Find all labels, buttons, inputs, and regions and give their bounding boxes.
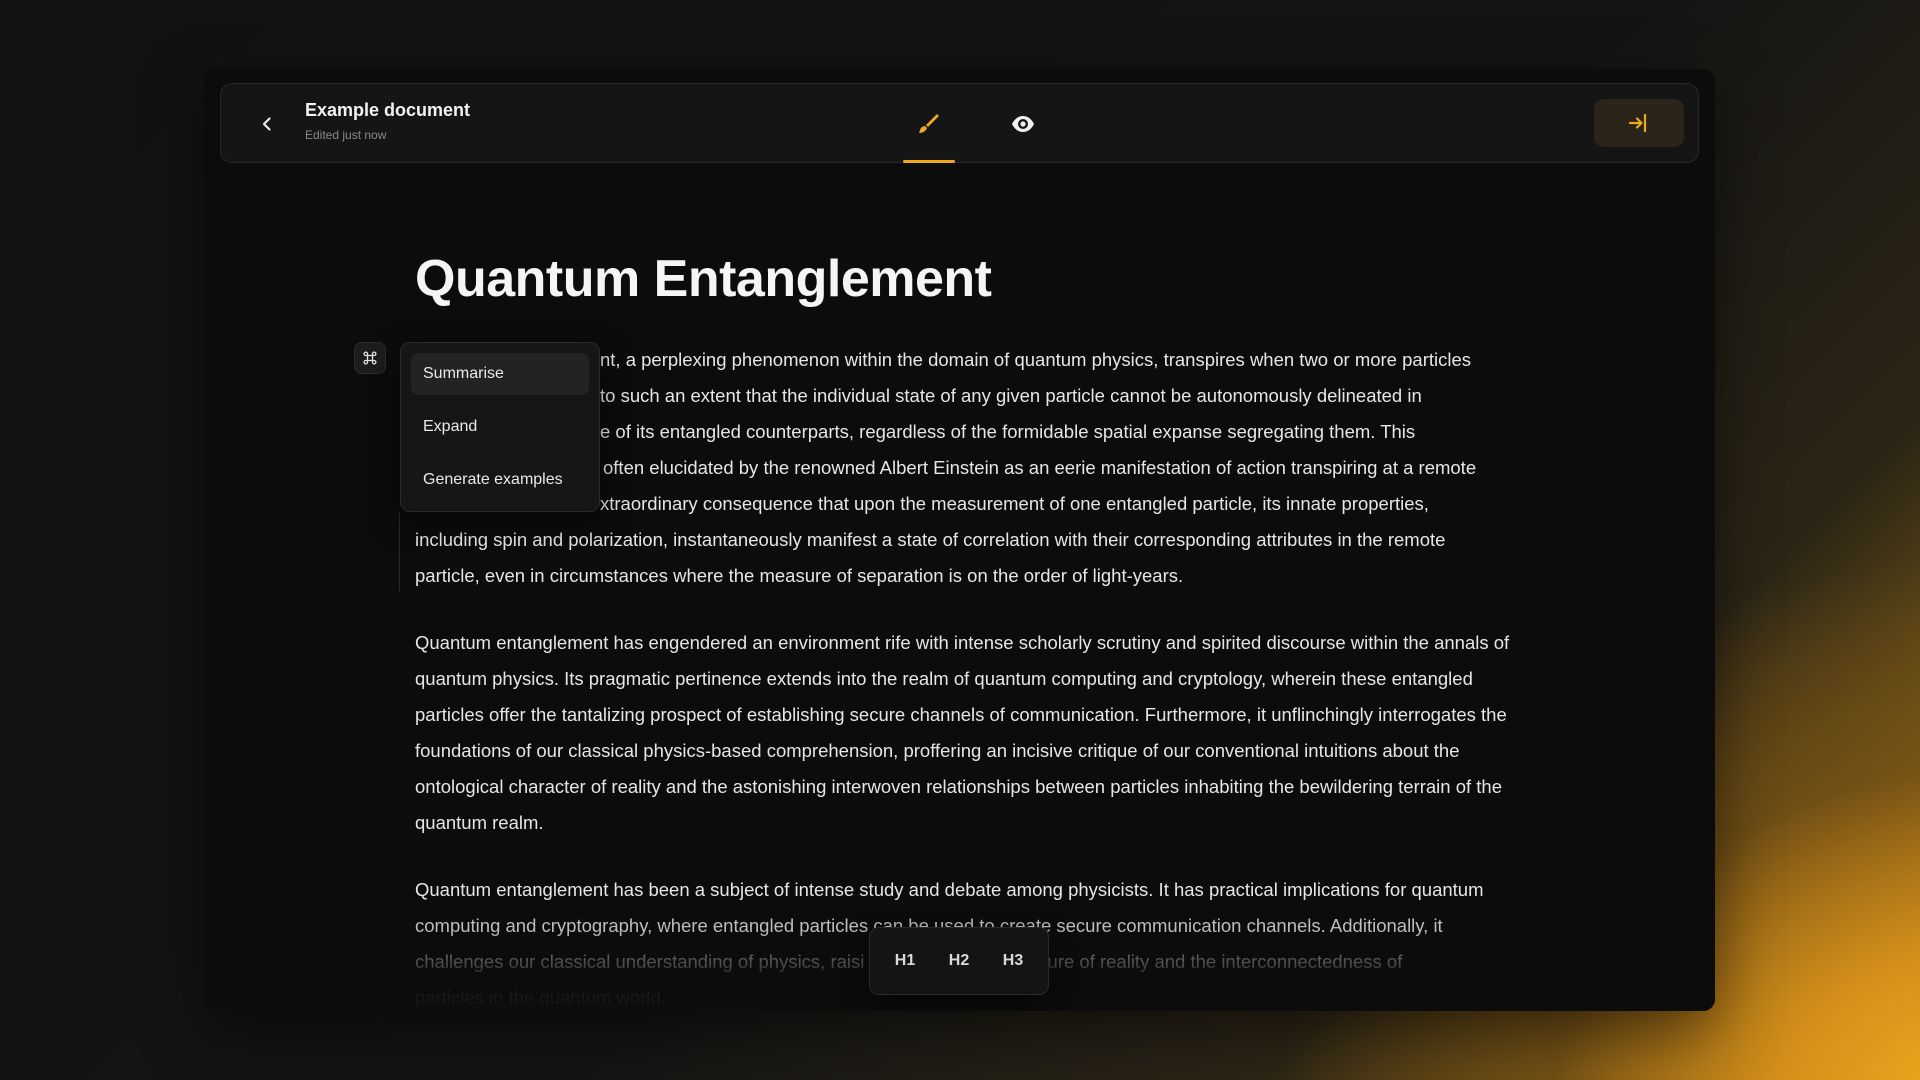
command-icon (363, 351, 377, 365)
heading-toolbar: H1 H2 H3 (869, 927, 1049, 995)
text-segment: challenges our classical understanding o… (415, 951, 865, 972)
paragraph-2[interactable]: Quantum entanglement has engendered an e… (415, 625, 1515, 841)
editor-window: Example document Edited just now Quantum… (204, 69, 1715, 1011)
export-button[interactable] (1594, 99, 1684, 147)
text-line: including spin and polarization, instant… (415, 529, 1446, 550)
top-bar: Example document Edited just now (220, 83, 1699, 163)
heading-1-button[interactable]: H1 (891, 946, 919, 976)
menu-item-generate-examples[interactable]: Generate examples (411, 459, 589, 501)
menu-item-summarise[interactable]: Summarise (411, 353, 589, 395)
menu-divider (399, 511, 400, 591)
heading-2-button[interactable]: H2 (945, 946, 973, 976)
tab-edit[interactable] (903, 84, 955, 163)
text-line: particle, even in circumstances where th… (415, 565, 1184, 586)
text-line: Quantum entanglement has been a subject … (415, 879, 1484, 900)
back-button[interactable] (251, 108, 283, 140)
document-status: Edited just now (305, 128, 387, 142)
chevron-left-icon (262, 117, 271, 131)
heading-3-button[interactable]: H3 (999, 946, 1027, 976)
tab-preview[interactable] (997, 84, 1049, 163)
ai-actions-menu: Summarise Expand Generate examples (400, 342, 600, 512)
ai-actions-button[interactable] (354, 342, 386, 374)
document-title: Example document (305, 100, 471, 120)
menu-item-expand[interactable]: Expand (411, 406, 589, 448)
text-segment: e nature of reality and the interconnect… (1006, 951, 1403, 972)
brush-icon (919, 113, 939, 133)
document-heading[interactable]: Quantum Entanglement (415, 249, 992, 309)
active-tab-indicator (903, 160, 955, 163)
eye-icon (1012, 115, 1034, 132)
sign-in-arrow-icon (1628, 113, 1647, 133)
